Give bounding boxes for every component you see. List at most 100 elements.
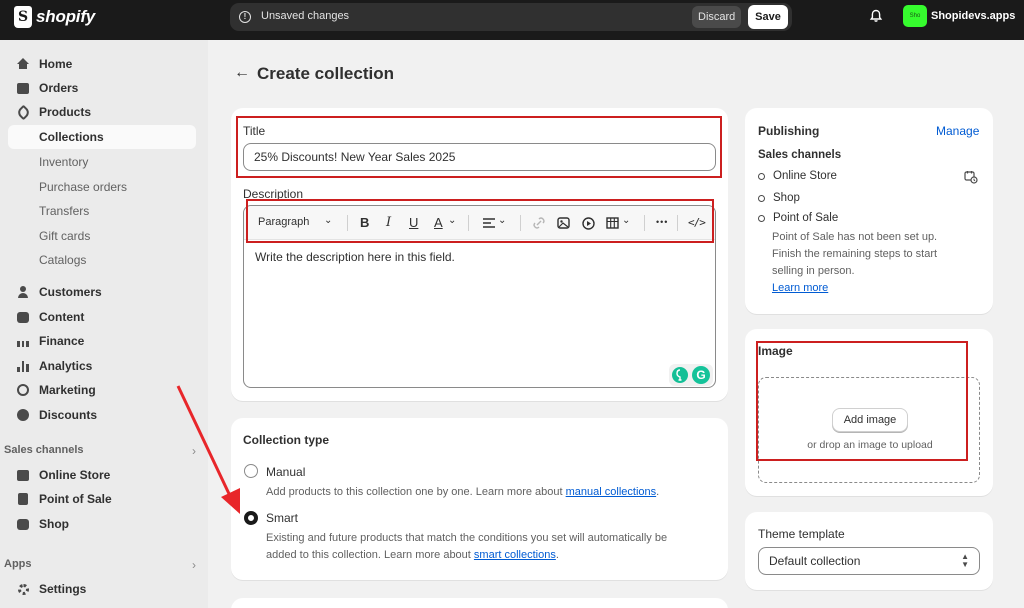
brand-name: shopify xyxy=(36,7,96,26)
highlight-box-toolbar xyxy=(246,199,714,243)
section-label: Apps xyxy=(4,558,32,570)
sidebar-item-label: Finance xyxy=(39,334,85,348)
back-arrow-icon[interactable]: ← xyxy=(234,64,250,82)
sidebar-item-label: Inventory xyxy=(39,155,89,169)
sidebar: Home Orders Products Collections Invento… xyxy=(0,40,208,608)
description-text: Write the description here in this field… xyxy=(255,250,455,264)
select-updown-icon: ▲ ▼ xyxy=(961,552,969,569)
sidebar-item-online-store[interactable]: Online Store xyxy=(8,463,196,487)
channel-shop: Shop xyxy=(758,192,800,204)
help-text: Point of Sale has not been set up. xyxy=(772,231,938,243)
sidebar-item-content[interactable]: Content xyxy=(8,305,196,329)
sidebar-item-shop[interactable]: Shop xyxy=(8,512,196,536)
channel-point-of-sale: Point of Sale xyxy=(758,212,838,224)
help-text: Existing and future products that match … xyxy=(266,532,668,544)
section-label: Sales channels xyxy=(4,444,84,456)
sidebar-item-analytics[interactable]: Analytics xyxy=(8,354,196,378)
smart-radio[interactable] xyxy=(244,511,258,525)
grammarly-widget[interactable]: G xyxy=(669,364,713,386)
discount-icon xyxy=(16,408,30,422)
sidebar-item-label: Shop xyxy=(39,517,69,531)
shopify-logo[interactable]: shopify xyxy=(14,6,95,28)
sidebar-item-inventory[interactable]: Inventory xyxy=(8,150,196,174)
select-value: Default collection xyxy=(769,554,861,568)
sidebar-item-finance[interactable]: Finance xyxy=(8,329,196,353)
store-name: Shopidevs.apps xyxy=(931,10,1016,22)
sales-channels-header[interactable]: Sales channels › xyxy=(4,444,196,458)
channel-name: Point of Sale xyxy=(773,212,839,224)
store-avatar: Sho xyxy=(903,5,927,27)
home-icon xyxy=(16,57,30,71)
sidebar-item-label: Transfers xyxy=(39,204,90,218)
sidebar-item-discounts[interactable]: Discounts xyxy=(8,403,196,427)
sidebar-item-label: Online Store xyxy=(39,468,111,482)
sidebar-item-label: Customers xyxy=(39,285,102,299)
collection-type-heading: Collection type xyxy=(243,433,330,447)
store-menu[interactable]: Sho Shopidevs.apps xyxy=(903,5,1015,27)
sidebar-item-label: Purchase orders xyxy=(39,180,128,194)
bell-icon[interactable] xyxy=(869,9,883,23)
sidebar-item-label: Content xyxy=(39,310,85,324)
sidebar-item-collections[interactable]: Collections xyxy=(8,125,196,149)
shop-bag-icon xyxy=(16,517,30,531)
manual-radio[interactable] xyxy=(244,464,258,478)
channel-name: Shop xyxy=(773,192,800,204)
learn-more-link[interactable]: Learn more xyxy=(772,282,828,294)
top-bar: shopify ! Unsaved changes Discard Save S… xyxy=(0,0,1024,40)
publishing-heading: Publishing xyxy=(758,124,820,138)
chevron-right-icon: › xyxy=(192,558,196,572)
bank-icon xyxy=(16,334,30,348)
help-text: . xyxy=(555,549,559,561)
sidebar-item-transfers[interactable]: Transfers xyxy=(8,199,196,223)
highlight-box-image xyxy=(756,341,968,461)
help-text: added to this collection. Learn more abo… xyxy=(266,549,474,561)
sales-channels-label: Sales channels xyxy=(758,149,842,161)
help-text: . xyxy=(656,486,660,498)
calendar-clock-icon[interactable] xyxy=(964,170,978,184)
sidebar-item-label: Products xyxy=(39,105,92,119)
content-icon xyxy=(16,310,30,324)
sidebar-item-label: Discounts xyxy=(39,408,98,422)
channel-online-store: Online Store xyxy=(758,170,837,182)
manage-link[interactable]: Manage xyxy=(936,124,979,138)
discard-button[interactable]: Discard xyxy=(692,6,742,28)
sidebar-item-marketing[interactable]: Marketing xyxy=(8,378,196,402)
theme-template-select[interactable]: Default collection ▲ ▼ xyxy=(758,547,980,575)
manual-collections-link[interactable]: manual collections xyxy=(566,486,657,498)
conditions-card xyxy=(231,598,728,608)
sidebar-item-label: Marketing xyxy=(39,383,96,397)
save-button[interactable]: Save xyxy=(748,5,788,29)
sidebar-item-products[interactable]: Products xyxy=(8,100,196,124)
sidebar-item-label: Analytics xyxy=(39,359,93,373)
pos-setup-note: Point of Sale has not been set up. Finis… xyxy=(772,229,937,297)
sidebar-item-gift-cards[interactable]: Gift cards xyxy=(8,224,196,248)
pos-icon xyxy=(16,492,30,506)
manual-radio-label[interactable]: Manual xyxy=(266,465,305,479)
tag-icon xyxy=(15,104,31,120)
sidebar-item-catalogs[interactable]: Catalogs xyxy=(8,248,196,272)
sidebar-item-settings[interactable]: Settings xyxy=(8,577,196,601)
help-text: selling in person. xyxy=(772,265,855,277)
channel-name: Online Store xyxy=(773,170,837,182)
sidebar-item-orders[interactable]: Orders xyxy=(8,76,196,100)
channel-status-dot xyxy=(758,172,765,180)
bar-chart-icon xyxy=(16,359,30,373)
sidebar-item-point-of-sale[interactable]: Point of Sale xyxy=(8,487,196,511)
svg-text:G: G xyxy=(696,368,705,382)
sidebar-item-label: Collections xyxy=(39,130,104,144)
sidebar-item-label: Settings xyxy=(39,582,87,596)
highlight-box-title xyxy=(236,116,722,178)
inbox-icon xyxy=(16,81,30,95)
smart-radio-label[interactable]: Smart xyxy=(266,511,298,525)
sidebar-item-label: Point of Sale xyxy=(39,492,112,506)
page-title: Create collection xyxy=(257,64,394,83)
sidebar-item-label: Orders xyxy=(39,81,79,95)
sidebar-item-customers[interactable]: Customers xyxy=(8,280,196,304)
person-icon xyxy=(16,285,30,299)
sidebar-item-purchase-orders[interactable]: Purchase orders xyxy=(8,175,196,199)
unsaved-message: Unsaved changes xyxy=(261,10,350,22)
sidebar-item-label: Catalogs xyxy=(39,253,87,267)
apps-header[interactable]: Apps › xyxy=(4,558,196,572)
smart-collections-link[interactable]: smart collections xyxy=(474,549,556,561)
sidebar-item-home[interactable]: Home xyxy=(8,52,196,76)
